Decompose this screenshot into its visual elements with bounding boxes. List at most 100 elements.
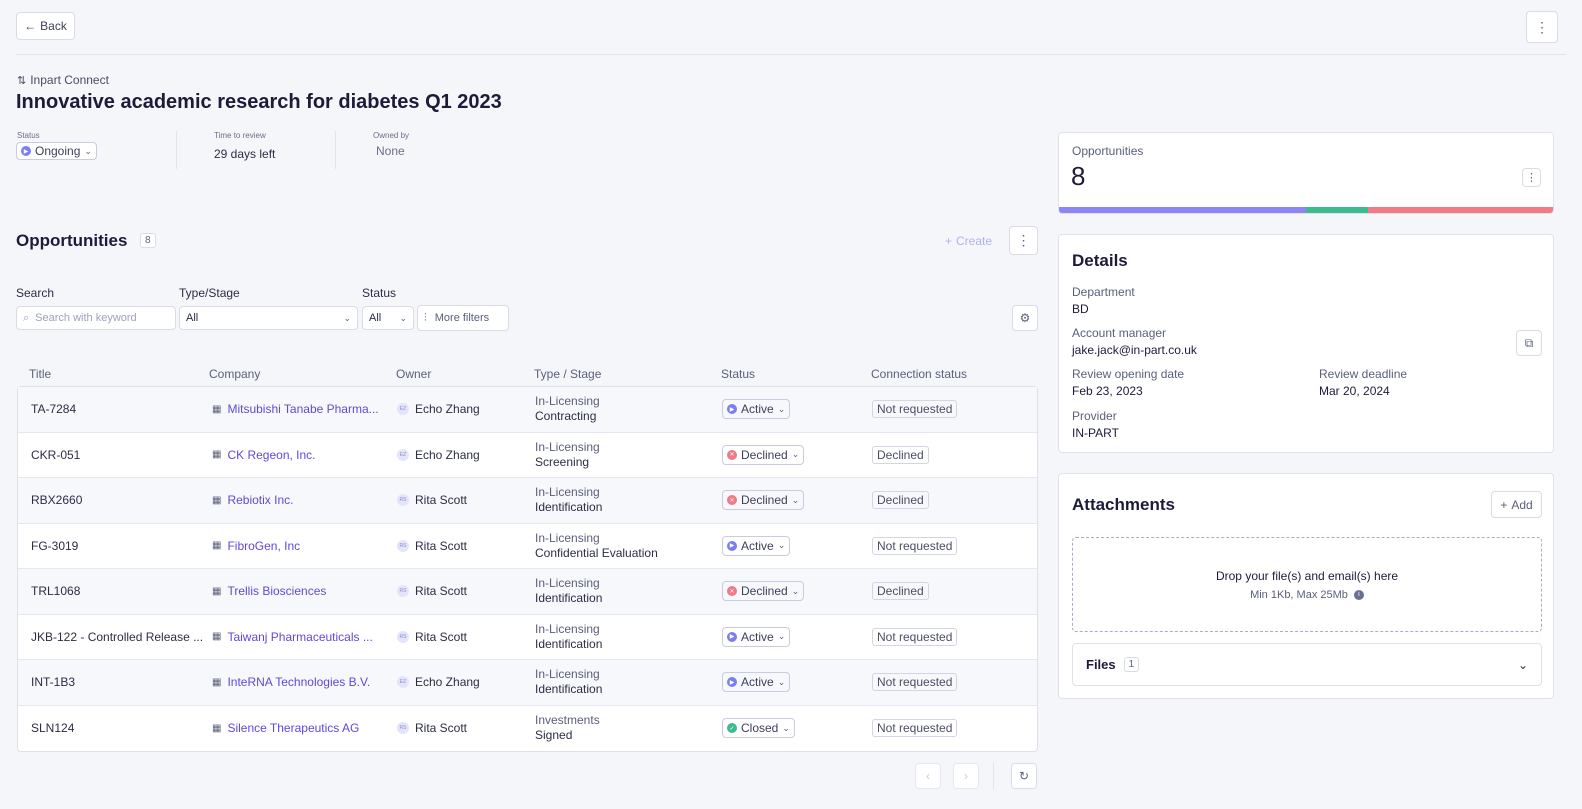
company-link[interactable]: Silence Therapeutics AG [227,721,359,735]
connection-status-badge: Not requested [872,673,958,692]
status-dropdown[interactable]: ▶ Active ⌄ [722,535,791,556]
row-title[interactable]: RBX2660 [18,493,210,507]
table-row[interactable]: INT-1B3 ▦ InteRNA Technologies B.V. EZ E… [18,660,1037,706]
vertical-dots-icon: ⋮ [1526,172,1537,184]
more-filters-button[interactable]: ⫶ More filters [417,305,509,331]
segment-closed [1306,207,1368,213]
create-label: Create [956,234,993,248]
opportunities-menu-button[interactable]: ⋮ [1009,226,1038,255]
row-owner: RS Rita Scott [397,493,535,507]
table-row[interactable]: CKR-051 ▦ CK Regeon, Inc. EZ Echo Zhang … [18,433,1037,478]
row-company[interactable]: ▦ FibroGen, Inc [210,539,397,553]
row-company[interactable]: ▦ Trellis Biosciences [210,584,397,598]
table-row[interactable]: TA-7284 ▦ Mitsubishi Tanabe Pharma... EZ… [18,387,1037,433]
company-link[interactable]: Rebiotix Inc. [227,493,293,507]
header-status[interactable]: Status [721,367,871,381]
building-icon: ▦ [212,403,222,415]
status-dropdown[interactable]: ▶ Ongoing ⌄ [16,142,97,160]
swap-icon: ⇅ [17,74,27,87]
company-link[interactable]: Mitsubishi Tanabe Pharma... [227,402,378,416]
breadcrumb[interactable]: ⇅ Inpart Connect [17,73,109,87]
status-dropdown[interactable]: ▶ Active ⌄ [722,626,791,647]
chevron-down-icon: ⌄ [777,631,786,642]
header-connection-status[interactable]: Connection status [871,367,967,381]
add-attachment-button[interactable]: + Add [1491,491,1542,518]
row-company[interactable]: ▦ Taiwanj Pharmaceuticals ... [210,630,397,644]
files-accordion[interactable]: Files 1 ⌄ [1072,643,1542,686]
connection-status-badge: Not requested [872,627,958,646]
row-company[interactable]: ▦ CK Regeon, Inc. [210,448,397,462]
status-dropdown[interactable]: ▶ Active ⌄ [722,399,791,420]
row-company[interactable]: ▦ Rebiotix Inc. [210,493,397,507]
owner-name: Rita Scott [415,538,468,553]
next-page-button[interactable]: › [953,763,979,789]
status-dropdown[interactable]: ✓ Closed ⌄ [722,718,795,739]
status-dropdown[interactable]: ✕ Declined ⌄ [722,444,805,465]
header-title[interactable]: Title [17,367,209,381]
page-menu-button[interactable]: ⋮ [1526,11,1558,43]
table-settings-button[interactable]: ⚙ [1012,305,1038,331]
company-link[interactable]: CK Regeon, Inc. [227,448,315,462]
row-company[interactable]: ▦ InteRNA Technologies B.V. [210,675,397,689]
details-card: Details Department BD Account manager ja… [1058,234,1554,453]
row-title[interactable]: TRL1068 [18,584,210,598]
copy-button[interactable]: ⧉ [1516,330,1542,356]
type-stage-select[interactable]: All ⌄ [179,306,358,330]
row-title[interactable]: INT-1B3 [18,675,210,689]
create-button[interactable]: + Create [945,234,992,248]
row-type: In-Licensing [535,667,600,682]
file-dropzone[interactable]: Drop your file(s) and email(s) here Min … [1072,537,1542,632]
connection-status-badge: Not requested [872,536,958,555]
copy-icon: ⧉ [1524,335,1534,350]
company-link[interactable]: InteRNA Technologies B.V. [227,675,370,689]
table-row[interactable]: JKB-122 - Controlled Release ... ▦ Taiwa… [18,615,1037,660]
status-distribution-bar [1059,207,1553,213]
search-label: Search [16,286,55,300]
refresh-button[interactable]: ↻ [1011,763,1037,789]
table-row[interactable]: TRL1068 ▦ Trellis Biosciences RS Rita Sc… [18,569,1037,615]
dropzone-limits: Min 1Kb, Max 25Mb i [1250,589,1364,601]
page-title: Innovative academic research for diabete… [16,91,502,113]
row-title[interactable]: FG-3019 [18,539,210,553]
status-icon: ▶ [727,404,737,415]
row-company[interactable]: ▦ Mitsubishi Tanabe Pharma... [210,402,397,416]
info-icon[interactable]: i [1353,589,1364,600]
search-input[interactable]: ⌕ Search with keyword [16,306,176,330]
header-owner[interactable]: Owner [396,367,534,381]
type-stage-label: Type/Stage [179,286,240,300]
summary-menu-button[interactable]: ⋮ [1522,168,1541,187]
row-connection: Declined [872,582,1037,601]
status-dropdown[interactable]: ✕ Declined ⌄ [722,490,805,511]
header-type-stage[interactable]: Type / Stage [534,367,721,381]
account-manager-field: Account manager jake.jack@in-part.co.uk [1072,326,1197,357]
company-link[interactable]: FibroGen, Inc [227,539,300,553]
row-owner: EZ Echo Zhang [397,675,535,689]
table-row[interactable]: RBX2660 ▦ Rebiotix Inc. RS Rita Scott In… [18,478,1037,524]
prev-page-button[interactable]: ‹ [915,763,941,789]
account-manager-label: Account manager [1072,326,1167,340]
row-title[interactable]: CKR-051 [18,448,210,462]
owner-label: Owned by [373,131,410,140]
connection-status-badge: Not requested [872,719,958,738]
back-button[interactable]: ← Back [16,12,75,40]
attachments-heading: Attachments [1072,495,1175,514]
row-title[interactable]: TA-7284 [18,402,210,416]
connection-status-badge: Not requested [872,400,958,419]
header-company[interactable]: Company [209,367,396,381]
company-link[interactable]: Trellis Biosciences [227,584,326,598]
company-link[interactable]: Taiwanj Pharmaceuticals ... [227,630,372,644]
row-type: In-Licensing [535,530,600,545]
row-title[interactable]: SLN124 [18,721,210,735]
row-title[interactable]: JKB-122 - Controlled Release ... [18,630,210,644]
avatar: RS [397,585,409,598]
status-filter-select[interactable]: All ⌄ [362,306,414,330]
row-company[interactable]: ▦ Silence Therapeutics AG [210,721,397,735]
row-connection: Declined [872,445,1037,464]
status-dropdown[interactable]: ▶ Active ⌄ [722,672,791,693]
row-type: In-Licensing [535,485,600,500]
status-dropdown[interactable]: ✕ Declined ⌄ [722,581,805,602]
table-row[interactable]: SLN124 ▦ Silence Therapeutics AG RS Rita… [18,706,1037,752]
table-row[interactable]: FG-3019 ▦ FibroGen, Inc RS Rita Scott In… [18,524,1037,569]
gear-icon: ⚙ [1019,311,1031,325]
search-placeholder: Search with keyword [35,312,137,324]
